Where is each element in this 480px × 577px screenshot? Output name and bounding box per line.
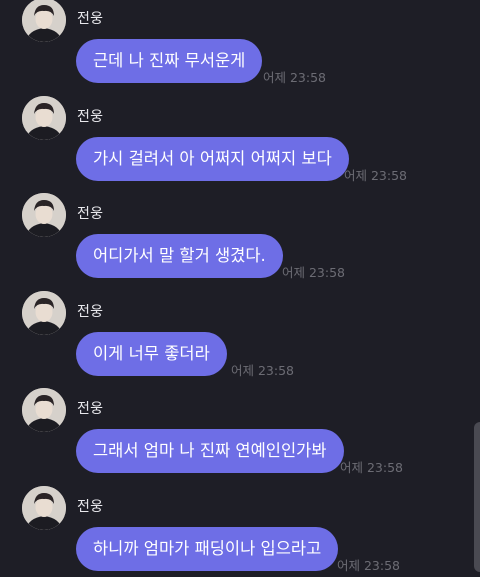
message-timestamp: 어제 23:58 [263,70,326,85]
sender-name: 전웅 [77,11,104,27]
chat-message: 전웅 어디가서 말 할거 생겼다. 어제 23:58 [0,193,480,291]
chat-message: 전웅 가시 걸려서 아 어쩌지 어쩌지 보다 어제 23:58 [0,96,480,194]
message-bubble[interactable]: 하니까 엄마가 패딩이나 입으라고 [76,527,339,571]
sender-name: 전웅 [77,401,104,417]
message-bubble[interactable]: 근데 나 진짜 무서운게 [76,39,263,83]
avatar[interactable] [22,193,66,237]
avatar[interactable] [22,388,66,432]
chat-message: 전웅 이게 너무 좋더라 어제 23:58 [0,291,480,389]
sender-name: 전웅 [77,499,104,515]
chat-message: 전웅 하니까 엄마가 패딩이나 입으라고 어제 23:58 [0,486,480,577]
sender-name: 전웅 [77,109,104,125]
sender-name: 전웅 [77,206,104,222]
chat-message: 전웅 그래서 엄마 나 진짜 연예인인가봐 어제 23:58 [0,388,480,486]
chat-room: 전웅 근데 나 진짜 무서운게 어제 23:58 전웅 가시 걸려서 아 어쩌지… [0,0,480,577]
message-timestamp: 어제 23:58 [282,265,345,280]
sender-name: 전웅 [77,304,104,320]
message-bubble[interactable]: 가시 걸려서 아 어쩌지 어쩌지 보다 [76,137,349,181]
message-bubble[interactable]: 이게 너무 좋더라 [76,332,227,376]
message-timestamp: 어제 23:58 [337,558,400,573]
avatar[interactable] [22,291,66,335]
message-bubble[interactable]: 어디가서 말 할거 생겼다. [76,234,283,278]
avatar[interactable] [22,0,66,42]
message-timestamp: 어제 23:58 [344,168,407,183]
message-timestamp: 어제 23:58 [340,460,403,475]
avatar[interactable] [22,96,66,140]
message-bubble[interactable]: 그래서 엄마 나 진짜 연예인인가봐 [76,429,344,473]
avatar[interactable] [22,486,66,530]
scrollbar[interactable] [474,422,480,572]
message-timestamp: 어제 23:58 [231,363,294,378]
chat-message: 전웅 근데 나 진짜 무서운게 어제 23:58 [0,0,480,96]
